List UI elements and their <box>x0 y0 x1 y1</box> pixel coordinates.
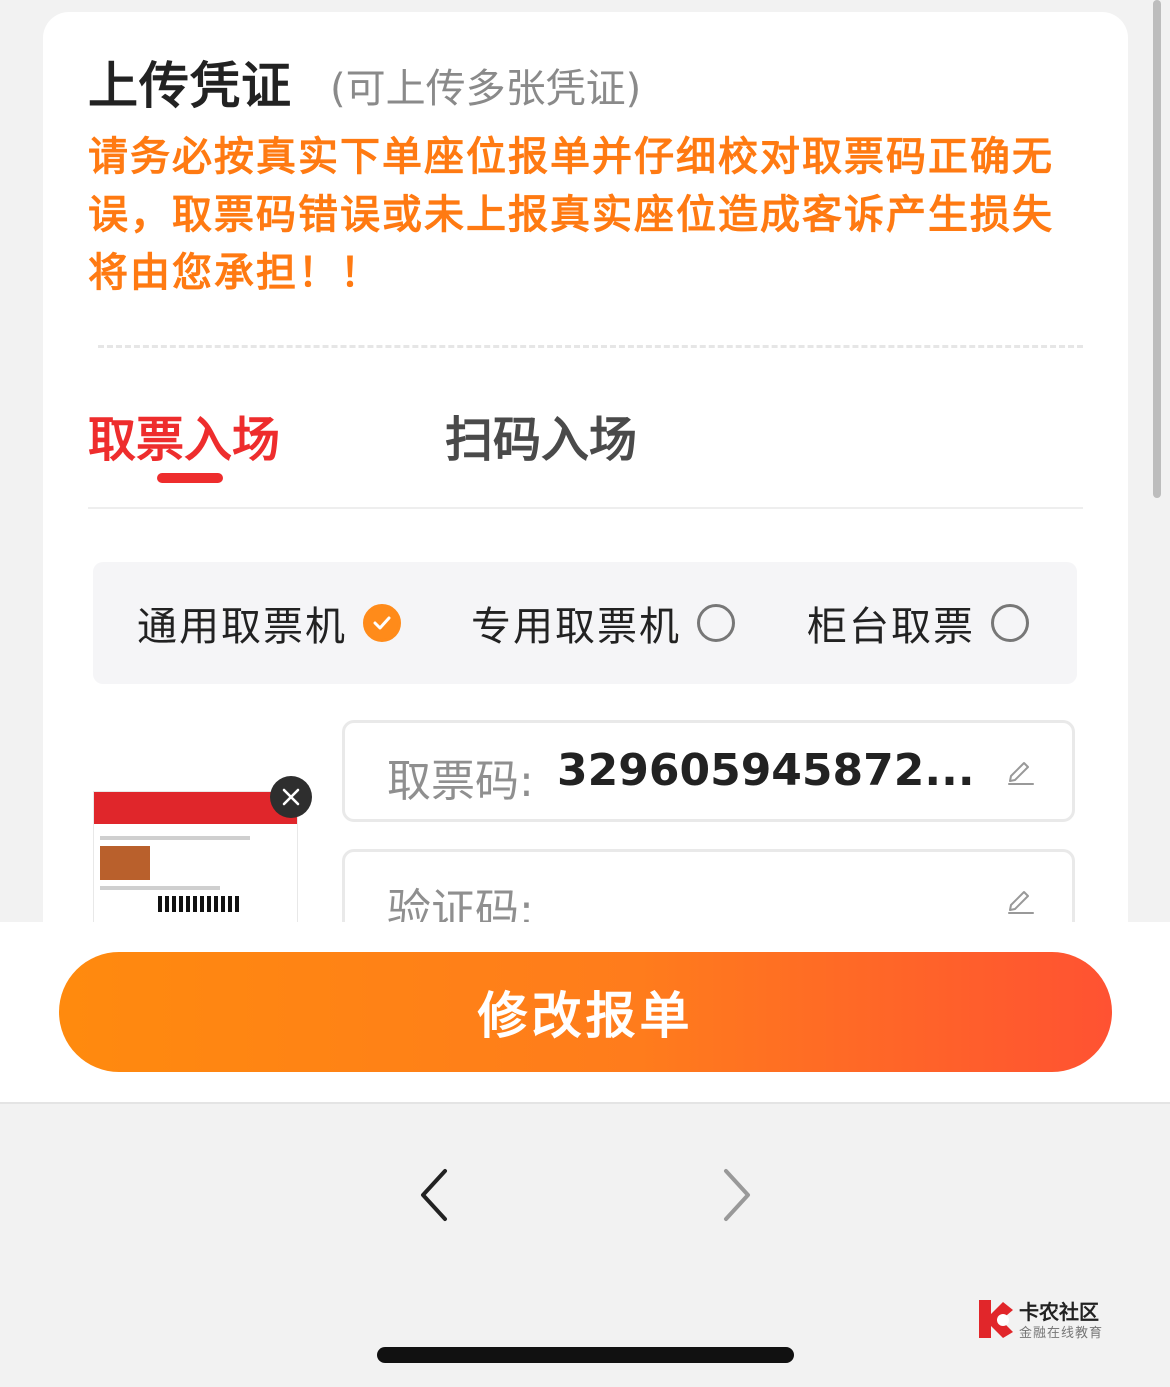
ticket-code-label: 取票码: <box>387 756 534 807</box>
watermark-title: 卡农社区 <box>1019 1300 1099 1324</box>
edit-icon[interactable] <box>1005 885 1035 915</box>
close-icon[interactable] <box>270 776 312 818</box>
tab-scan-entry[interactable]: 扫码入场 <box>445 400 637 470</box>
option-general-machine[interactable]: 通用取票机 <box>137 562 401 684</box>
thumbnail-header <box>94 792 297 824</box>
upload-subtitle: (可上传多张凭证) <box>330 66 642 112</box>
thumbnail-line <box>100 886 220 890</box>
tabs-divider <box>88 507 1083 509</box>
warning-text: 请务必按真实下单座位报单并仔细校对取票码正确无误，取票码错误或未上报真实座位造成… <box>88 134 1054 296</box>
option-dedicated-machine[interactable]: 专用取票机 <box>471 562 735 684</box>
active-tab-indicator <box>157 473 223 483</box>
thumbnail-poster <box>100 846 150 880</box>
thumbnail-qr <box>158 896 242 912</box>
checked-radio-icon[interactable] <box>363 604 401 642</box>
scrollbar[interactable] <box>1153 0 1161 498</box>
tab-ticket-entry[interactable]: 取票入场 <box>88 400 280 470</box>
option-label: 柜台取票 <box>807 604 975 650</box>
browser-toolbar-divider <box>0 1102 1170 1104</box>
chevron-left-icon[interactable] <box>415 1165 455 1225</box>
thumbnail-body <box>94 824 297 918</box>
option-label: 通用取票机 <box>137 604 347 650</box>
watermark-logo: 卡农社区 金融在线教育 <box>973 1296 1113 1344</box>
uploaded-proof-thumbnail[interactable] <box>93 791 298 933</box>
ticket-code-field[interactable]: 取票码: 329605945872... <box>342 720 1075 822</box>
option-counter[interactable]: 柜台取票 <box>807 562 1029 684</box>
unchecked-radio-icon[interactable] <box>991 604 1029 642</box>
option-label: 专用取票机 <box>471 604 681 650</box>
dashed-divider <box>98 345 1083 348</box>
unchecked-radio-icon[interactable] <box>697 604 735 642</box>
chevron-right-icon[interactable] <box>716 1165 756 1225</box>
watermark-subtitle: 金融在线教育 <box>1019 1326 1104 1341</box>
pickup-options: 通用取票机 专用取票机 柜台取票 <box>93 562 1077 684</box>
ticket-code-value[interactable]: 329605945872... <box>557 745 975 796</box>
upload-title: 上传凭证 <box>88 57 292 115</box>
home-indicator[interactable] <box>377 1347 794 1363</box>
logo-icon <box>979 1300 1013 1338</box>
edit-icon[interactable] <box>1005 756 1035 786</box>
modify-report-button[interactable]: 修改报单 <box>59 952 1112 1072</box>
thumbnail-line <box>100 836 250 840</box>
